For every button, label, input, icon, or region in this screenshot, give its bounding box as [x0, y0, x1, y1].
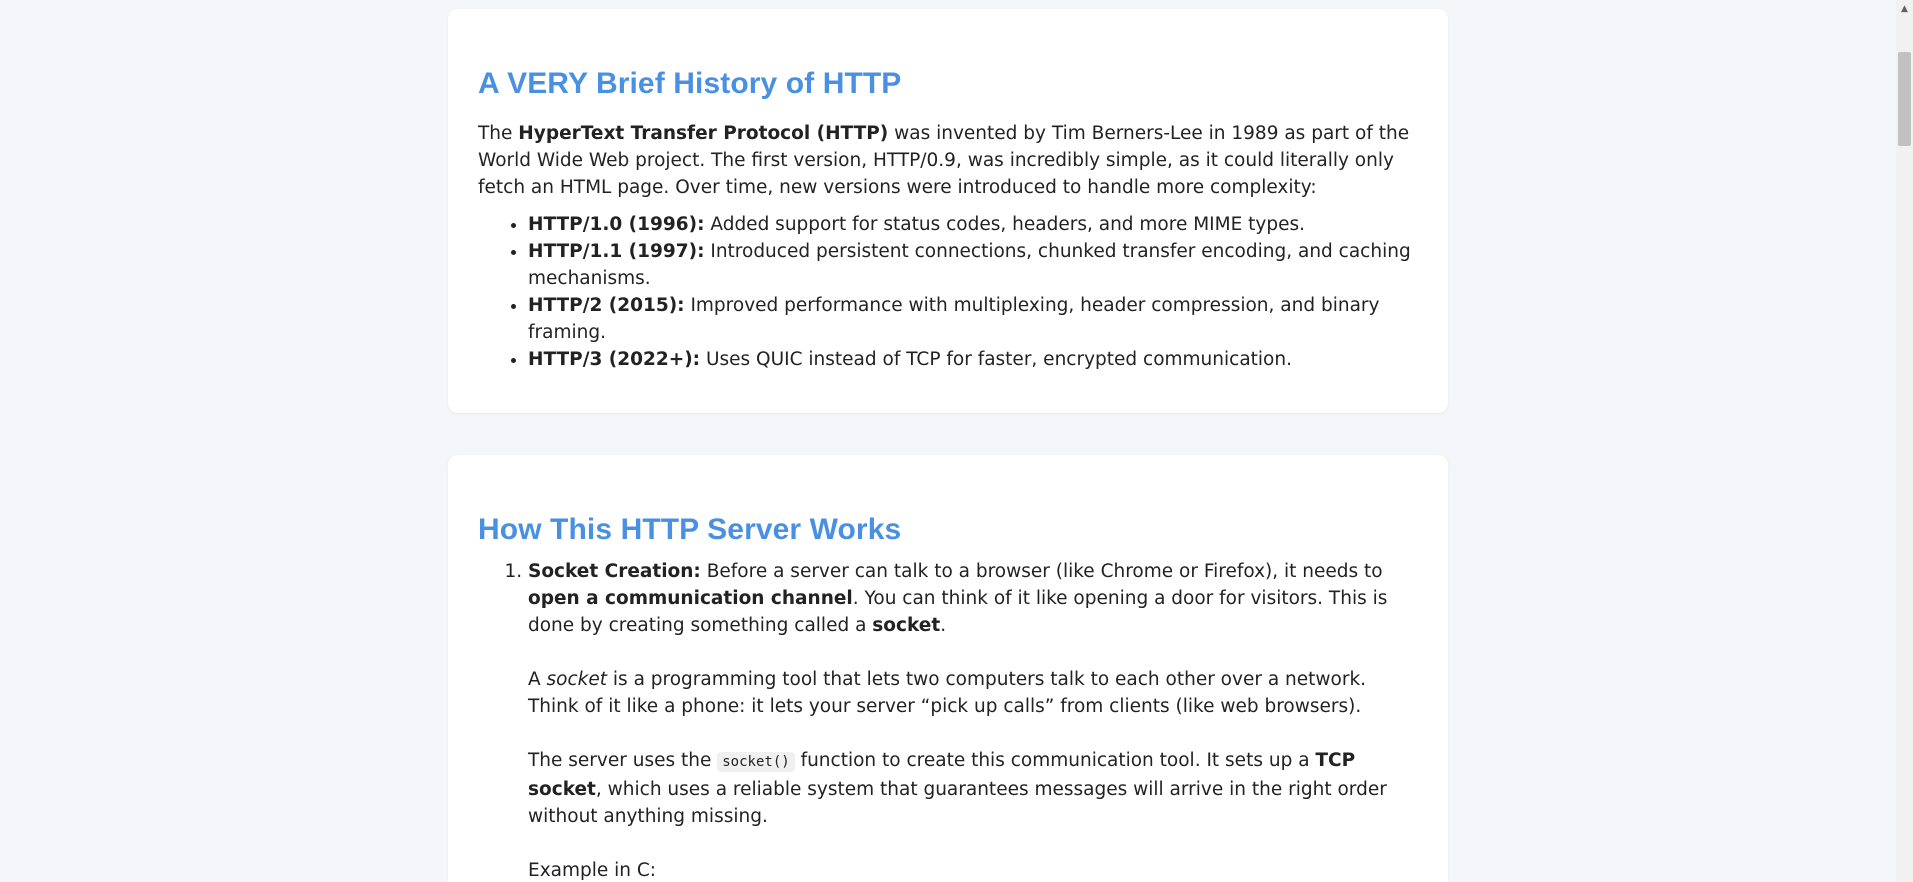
intro-prefix: The: [478, 123, 519, 144]
step1-para1: Socket Creation: Before a server can tal…: [528, 558, 1418, 639]
history-intro: The HyperText Transfer Protocol (HTTP) w…: [478, 120, 1418, 201]
steps-list: Socket Creation: Before a server can tal…: [478, 558, 1418, 882]
step-item-socket-creation: Socket Creation: Before a server can tal…: [528, 558, 1418, 882]
socket-code: socket(): [717, 752, 795, 772]
version-item: HTTP/2 (2015): Improved performance with…: [528, 292, 1418, 346]
step1-para3: The server uses the socket() function to…: [528, 747, 1418, 830]
text: The server uses the: [528, 750, 718, 771]
version-text: Uses QUIC instead of TCP for faster, enc…: [700, 349, 1292, 370]
version-label: HTTP/3 (2022+):: [528, 349, 701, 370]
text: function to create this communication to…: [794, 750, 1316, 771]
bold-text: socket: [872, 615, 941, 636]
scroll-thumb[interactable]: [1898, 52, 1911, 146]
text: is a programming tool that lets two comp…: [528, 669, 1367, 717]
version-label: HTTP/2 (2015):: [528, 295, 685, 316]
step1-para4: Example in C:: [528, 860, 657, 881]
step1-para2: A socket is a programming tool that lets…: [528, 666, 1418, 720]
step-label: Socket Creation:: [528, 561, 701, 582]
version-item: HTTP/1.0 (1996): Added support for statu…: [528, 211, 1418, 238]
page-scrollbar[interactable]: ▲: [1896, 0, 1913, 882]
version-label: HTTP/1.1 (1997):: [528, 241, 705, 262]
page-viewport: A VERY Brief History of HTTP The HyperTe…: [0, 0, 1896, 882]
text: Before a server can talk to a browser (l…: [700, 561, 1383, 582]
history-title: A VERY Brief History of HTTP: [478, 67, 902, 100]
history-card: A VERY Brief History of HTTP The HyperTe…: [448, 9, 1448, 413]
italic-text: socket: [546, 669, 608, 690]
bold-text: open a communication channel: [528, 588, 853, 609]
version-item: HTTP/3 (2022+): Uses QUIC instead of TCP…: [528, 346, 1418, 373]
text: A: [528, 669, 547, 690]
version-item: HTTP/1.1 (1997): Introduced persistent c…: [528, 238, 1418, 292]
text: , which uses a reliable system that guar…: [528, 779, 1387, 827]
scroll-up-arrow-icon[interactable]: ▲: [1896, 0, 1913, 17]
intro-bold: HyperText Transfer Protocol (HTTP): [518, 123, 889, 144]
version-label: HTTP/1.0 (1996):: [528, 214, 705, 235]
text: .: [940, 615, 947, 636]
server-works-title: How This HTTP Server Works: [478, 513, 902, 546]
version-text: Added support for status codes, headers,…: [704, 214, 1306, 235]
server-works-card: How This HTTP Server Works Socket Creati…: [448, 455, 1448, 882]
version-list: HTTP/1.0 (1996): Added support for statu…: [478, 211, 1418, 373]
